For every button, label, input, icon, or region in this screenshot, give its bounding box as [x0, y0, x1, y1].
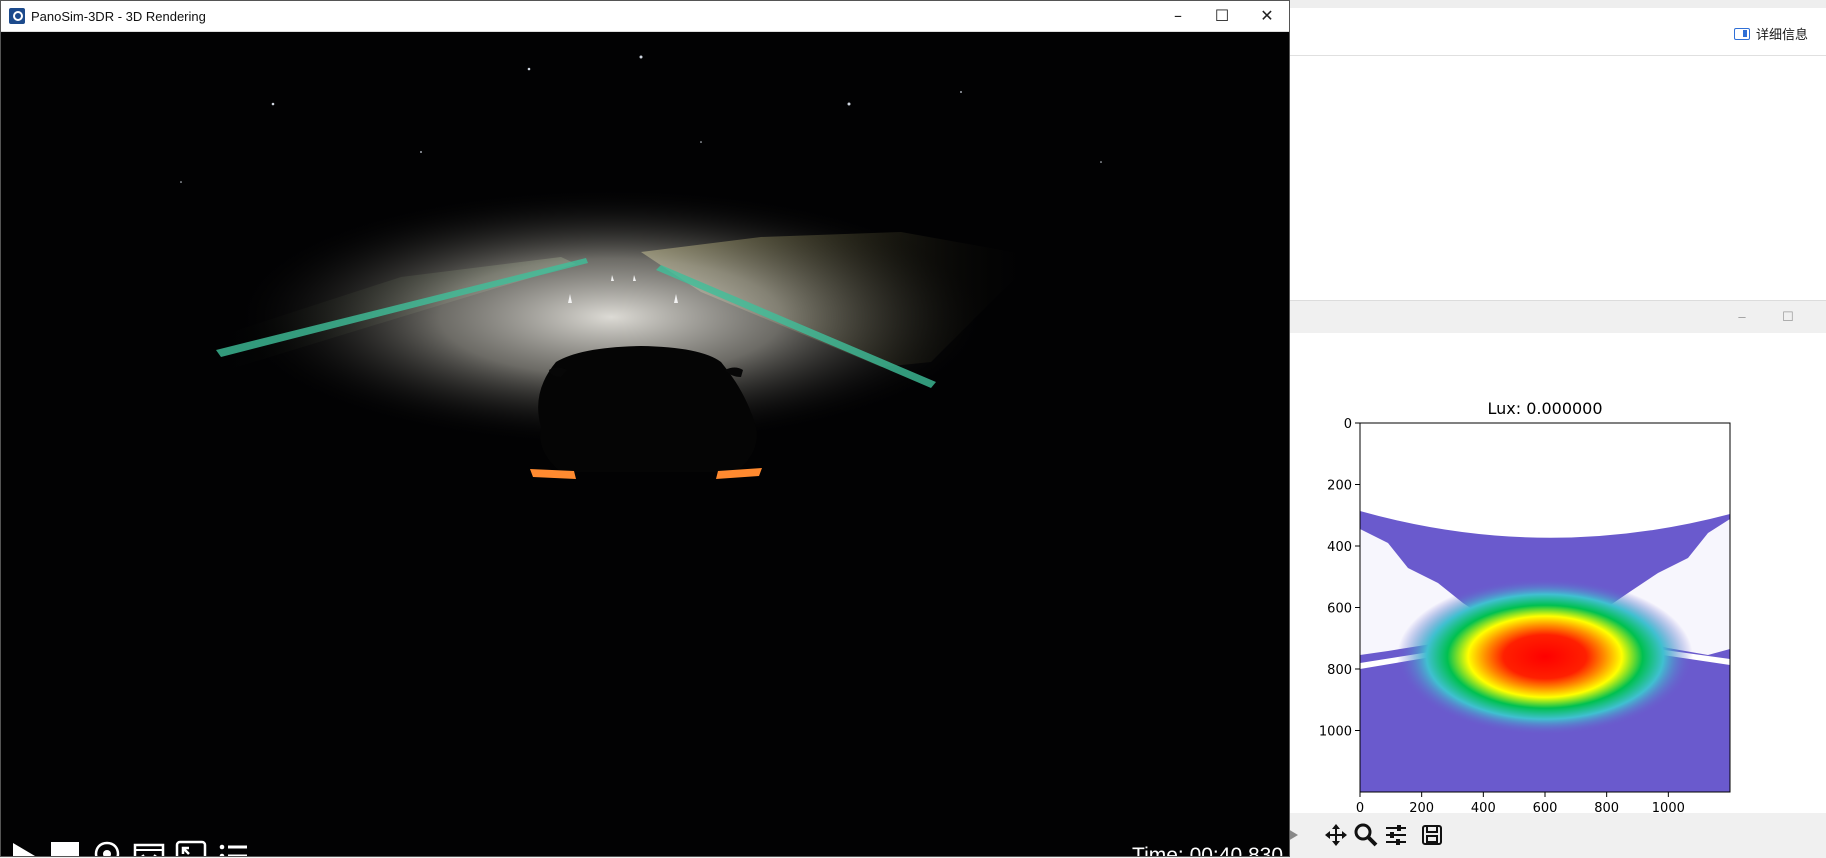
play-icon — [13, 843, 35, 856]
figure-toolbar — [1286, 813, 1826, 858]
x-tick-label: 600 — [1533, 801, 1558, 813]
render-titlebar: PanoSim-3DR - 3D Rendering – ☐ ✕ — [1, 1, 1289, 32]
y-axis-ticks: 0 200 400 600 800 1000 — [1319, 417, 1360, 740]
heatmap-image — [1360, 511, 1730, 792]
details-pane-icon — [1733, 27, 1750, 40]
close-button[interactable]: ✕ — [1247, 5, 1287, 27]
figure-maximize-button[interactable]: ☐ — [1778, 309, 1798, 325]
background-window: 详细信息 — [1288, 0, 1826, 300]
lux-heatmap-chart: Lux: 0.000000 0 200 400 600 800 1000 0 200 400 6… — [1319, 399, 1731, 816]
fullscreen-icon — [175, 840, 207, 856]
time-readout: Time: 00:40.830 — [1132, 844, 1283, 856]
y-tick-label: 1000 — [1319, 725, 1352, 740]
y-tick-label: 200 — [1327, 479, 1352, 494]
window-arrows-icon — [133, 843, 165, 856]
figure-window: – ☐ Lux: 0.000000 0 200 400 600 800 1000… — [1286, 300, 1826, 858]
render-viewport[interactable]: Time: 00:40.830 — [1, 32, 1289, 856]
stop-icon — [51, 842, 79, 856]
fullscreen-button[interactable] — [175, 840, 207, 856]
render-window-title: PanoSim-3DR - 3D Rendering — [31, 9, 206, 24]
x-tick-label: 200 — [1409, 801, 1434, 813]
stop-button[interactable] — [49, 840, 81, 856]
night-road-scene — [1, 32, 1289, 856]
list-icon — [219, 844, 247, 856]
pan-icon[interactable] — [1322, 821, 1350, 849]
x-tick-label: 400 — [1471, 801, 1496, 813]
background-window-topstrip — [1288, 0, 1826, 8]
y-tick-label: 0 — [1344, 417, 1352, 432]
y-tick-label: 400 — [1327, 540, 1352, 555]
location-pin-icon — [94, 841, 120, 856]
maximize-button[interactable]: ☐ — [1202, 5, 1242, 27]
location-button[interactable] — [91, 840, 123, 856]
playback-controls — [7, 836, 249, 856]
y-tick-label: 800 — [1327, 663, 1352, 678]
background-window-header: 详细信息 — [1288, 8, 1826, 56]
figure-minimize-button[interactable]: – — [1732, 309, 1752, 324]
render-window: PanoSim-3DR - 3D Rendering – ☐ ✕ Time: 0… — [0, 0, 1290, 857]
x-tick-label: 1000 — [1652, 801, 1685, 813]
window-mode-button[interactable] — [133, 840, 165, 856]
x-tick-label: 800 — [1594, 801, 1619, 813]
configure-subplots-icon[interactable] — [1382, 821, 1410, 849]
y-tick-label: 600 — [1327, 602, 1352, 617]
details-button-label: 详细信息 — [1755, 28, 1808, 43]
figure-canvas: Lux: 0.000000 0 200 400 600 800 1000 0 200 400 6… — [1288, 333, 1826, 816]
save-figure-icon[interactable] — [1418, 821, 1446, 849]
minimize-button[interactable]: – — [1158, 5, 1198, 27]
menu-list-button[interactable] — [217, 840, 249, 856]
details-button[interactable]: 详细信息 — [1733, 24, 1808, 43]
heatmap-hotspot — [1397, 578, 1693, 735]
chart-title: Lux: 0.000000 — [1487, 399, 1602, 418]
figure-titlebar: – ☐ — [1288, 301, 1826, 333]
app-icon — [9, 8, 25, 24]
x-axis-ticks: 0 200 400 600 800 1000 — [1356, 792, 1685, 816]
x-tick-label: 0 — [1356, 801, 1364, 813]
play-button[interactable] — [7, 840, 39, 856]
zoom-icon[interactable] — [1352, 821, 1380, 849]
